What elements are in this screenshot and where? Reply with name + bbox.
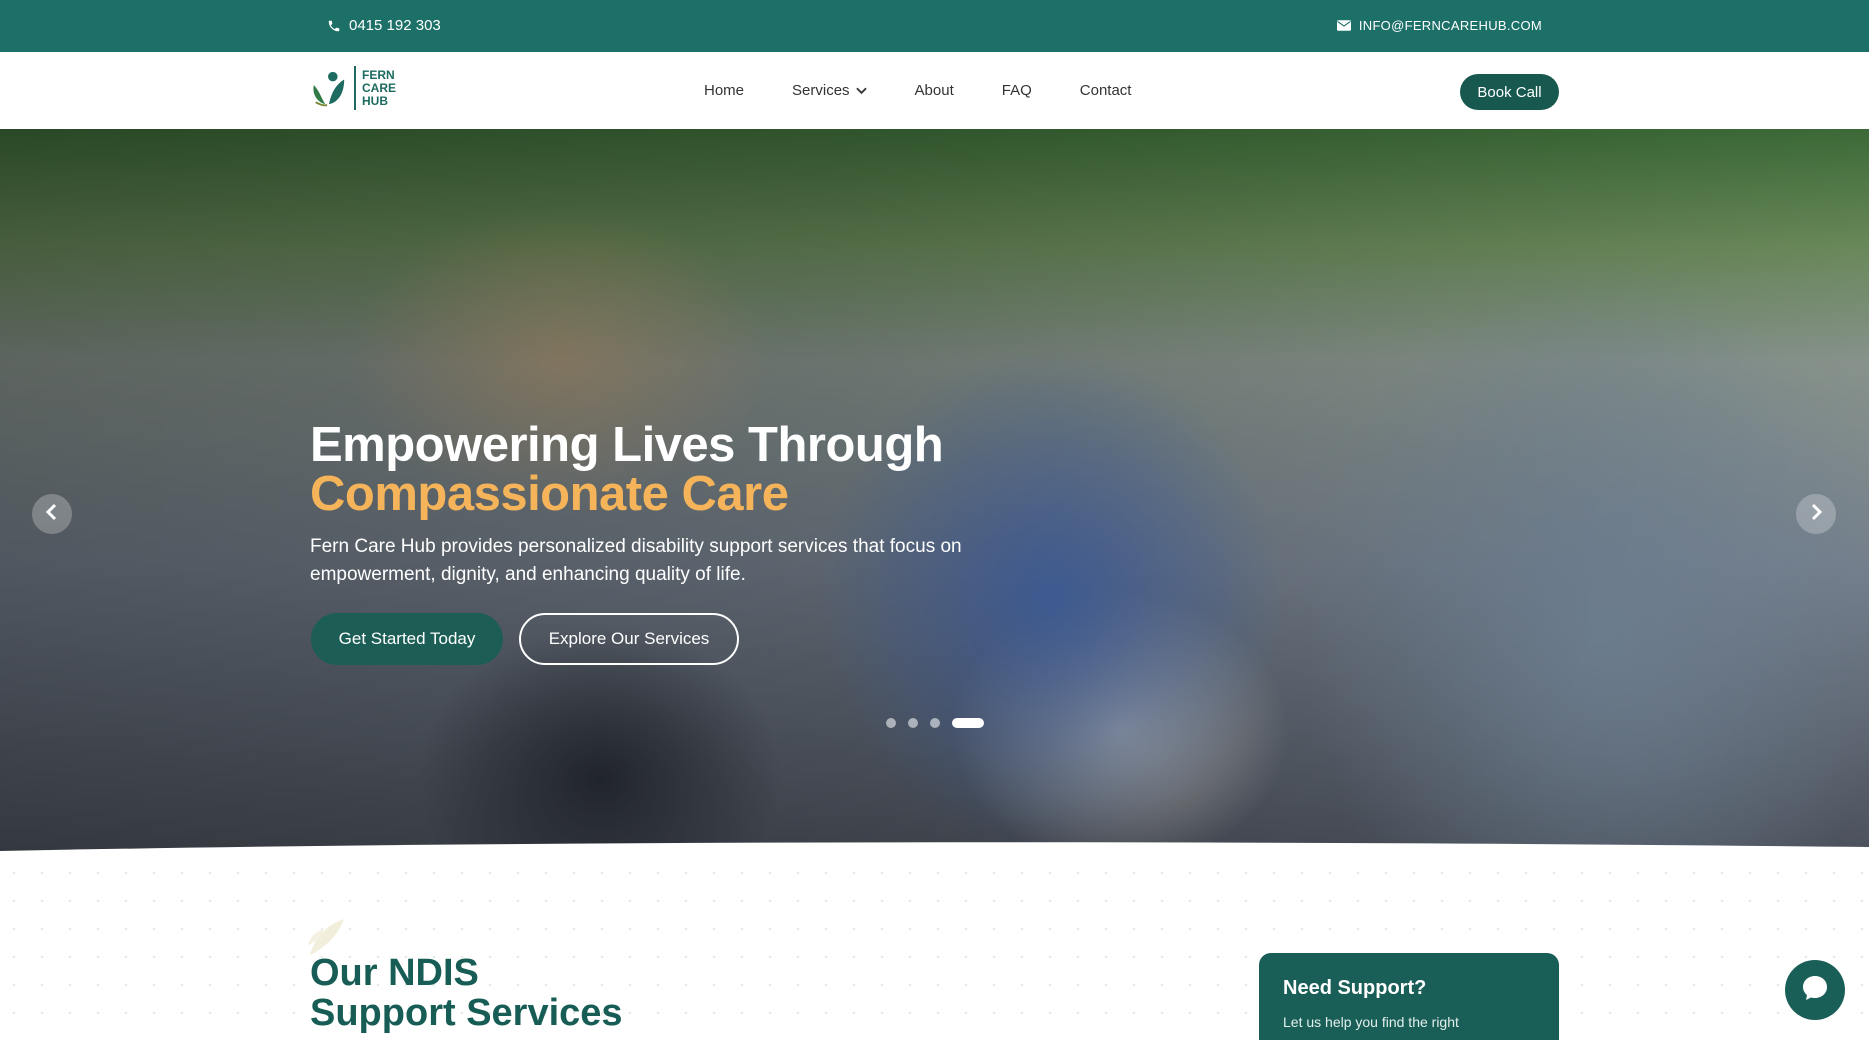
- site-header: FERN CARE HUB Home Services About FAQ Co…: [0, 52, 1869, 129]
- carousel-dot-2[interactable]: [908, 718, 918, 728]
- carousel-dot-4-active[interactable]: [952, 718, 984, 728]
- book-call-button[interactable]: Book Call: [1460, 74, 1559, 110]
- hero-title: Empowering Lives Through Compassionate C…: [310, 421, 1110, 519]
- hero-bottom-wave: [0, 842, 1869, 859]
- phone-icon: [327, 19, 341, 33]
- envelope-icon: [1336, 20, 1351, 31]
- get-started-button[interactable]: Get Started Today: [311, 613, 503, 665]
- support-card-subtitle: Let us help you find the right: [1283, 1014, 1459, 1030]
- nav-faq[interactable]: FAQ: [1002, 82, 1032, 99]
- explore-services-button[interactable]: Explore Our Services: [519, 613, 739, 665]
- logo-divider: [354, 66, 356, 110]
- services-section: [0, 859, 1869, 1040]
- services-title: Our NDIS Support Services: [310, 952, 623, 1034]
- fern-logo-icon: [313, 71, 345, 107]
- phone-contact[interactable]: 0415 192 303: [327, 17, 441, 34]
- chevron-right-icon: [1809, 503, 1823, 526]
- chat-bubble-icon: [1800, 973, 1830, 1008]
- nav-home[interactable]: Home: [704, 82, 744, 99]
- carousel-dot-1[interactable]: [886, 718, 896, 728]
- carousel-indicators: [886, 718, 984, 728]
- carousel-prev-button[interactable]: [32, 494, 72, 534]
- chevron-left-icon: [45, 503, 59, 526]
- top-contact-bar: 0415 192 303 INFO@FERNCAREHUB.COM: [0, 0, 1869, 52]
- hero-title-highlight: Compassionate Care: [310, 467, 789, 521]
- hero-title-line1: Empowering Lives Through: [310, 418, 944, 472]
- chevron-down-icon: [855, 82, 867, 99]
- email-address: INFO@FERNCAREHUB.COM: [1358, 18, 1542, 33]
- need-support-card: Need Support? Let us help you find the r…: [1259, 953, 1559, 1040]
- nav-services[interactable]: Services: [792, 82, 867, 99]
- email-contact[interactable]: INFO@FERNCAREHUB.COM: [1336, 18, 1542, 33]
- phone-number: 0415 192 303: [349, 17, 441, 34]
- logo[interactable]: FERN CARE HUB: [310, 66, 396, 110]
- carousel-dot-3[interactable]: [930, 718, 940, 728]
- nav-contact[interactable]: Contact: [1080, 82, 1132, 99]
- support-card-title: Need Support?: [1283, 977, 1427, 999]
- main-nav: Home Services About FAQ Contact: [704, 82, 1131, 99]
- logo-text: FERN CARE HUB: [362, 67, 397, 108]
- chat-widget-button[interactable]: [1785, 960, 1845, 1020]
- nav-about[interactable]: About: [915, 82, 954, 99]
- carousel-next-button[interactable]: [1796, 494, 1836, 534]
- hero-description: Fern Care Hub provides personalized disa…: [310, 536, 962, 585]
- hero-carousel: Empowering Lives Through Compassionate C…: [0, 129, 1869, 859]
